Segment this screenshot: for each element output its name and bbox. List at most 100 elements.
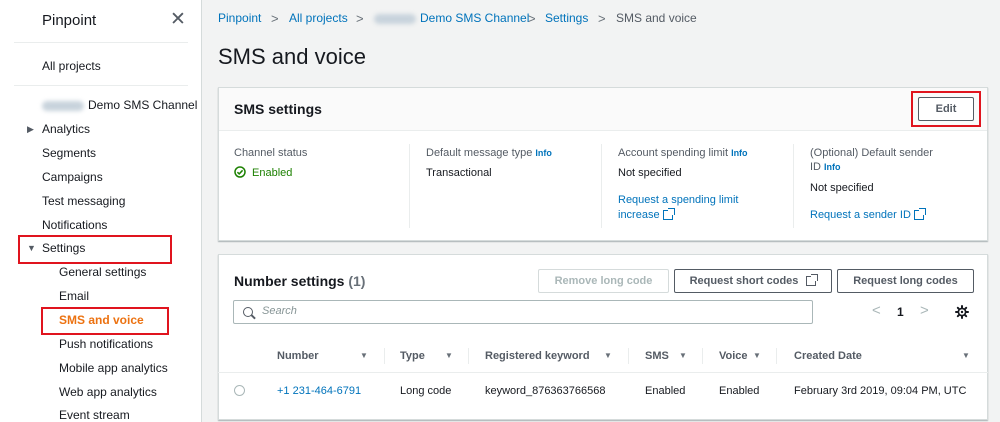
column-number[interactable]: Number: [277, 350, 319, 362]
column-divider: [776, 348, 777, 364]
highlight-edit-button: [911, 91, 981, 127]
sidebar-item-general-settings[interactable]: General settings: [59, 265, 146, 279]
redacted-text: [42, 100, 84, 111]
sidebar-divider: [14, 42, 188, 43]
external-link-icon: [662, 208, 675, 221]
cell-type: Long code: [400, 385, 452, 397]
sidebar-item-push-notifications[interactable]: Push notifications: [59, 337, 153, 351]
breadcrumb-current: SMS and voice: [616, 11, 697, 25]
sidebar: Pinpoint ✕ All projects Demo SMS Channel…: [0, 0, 202, 422]
sender-id-field: (Optional) Default sender ID Info Not spe…: [810, 146, 980, 223]
button-label: Request short codes: [689, 275, 799, 287]
default-message-type-value: Transactional: [426, 167, 492, 179]
breadcrumb-project-label: Demo SMS Channel: [420, 11, 530, 25]
page-title: SMS and voice: [218, 44, 366, 69]
channel-status-field: Channel status Enabled: [234, 146, 307, 180]
column-divider: [468, 348, 469, 364]
close-icon[interactable]: ✕: [170, 10, 186, 30]
sort-down-icon[interactable]: ▼: [445, 351, 453, 360]
sidebar-item-event-stream[interactable]: Event stream: [59, 408, 130, 422]
breadcrumb-settings[interactable]: Settings: [545, 11, 588, 25]
sidebar-item-project[interactable]: Demo SMS Channel: [42, 98, 197, 112]
column-created-date[interactable]: Created Date: [794, 350, 862, 362]
prev-page-button[interactable]: <: [872, 303, 881, 319]
spending-limit-value: Not specified: [618, 167, 682, 179]
number-settings-title: Number settings (1): [234, 273, 365, 289]
info-link[interactable]: Info: [535, 148, 552, 158]
sort-down-icon[interactable]: ▼: [753, 351, 761, 360]
external-link-icon: [806, 274, 819, 287]
sidebar-title: Pinpoint: [42, 12, 97, 29]
link-text: increase: [618, 209, 660, 221]
spending-limit-field: Account spending limit Info Not specified…: [618, 146, 788, 223]
channel-status-value: Enabled: [234, 166, 307, 180]
request-spending-limit-link[interactable]: Request a spending limit increase: [618, 193, 788, 223]
cell-number[interactable]: +1 231-464-6791: [277, 385, 361, 397]
column-registered-keyword[interactable]: Registered keyword: [485, 350, 590, 362]
sidebar-item-web-app-analytics[interactable]: Web app analytics: [59, 385, 157, 399]
next-page-button[interactable]: >: [920, 303, 929, 319]
sort-down-icon[interactable]: ▼: [360, 351, 368, 360]
check-circle-icon: [234, 166, 246, 178]
link-line-1: Request a spending limit: [618, 194, 739, 206]
column-divider: [702, 348, 703, 364]
remove-long-code-button[interactable]: Remove long code: [538, 269, 669, 293]
sidebar-item-mobile-app-analytics[interactable]: Mobile app analytics: [59, 361, 168, 375]
label-line-2: ID Info: [810, 160, 980, 174]
default-message-type-field: Default message type Info Transactional: [426, 146, 552, 180]
current-page[interactable]: 1: [897, 305, 904, 319]
sidebar-item-notifications[interactable]: Notifications: [42, 218, 107, 232]
breadcrumb-separator: >: [528, 11, 536, 26]
column-sms[interactable]: SMS: [645, 350, 669, 362]
sidebar-item-all-projects[interactable]: All projects: [42, 59, 101, 73]
search-input[interactable]: [262, 305, 792, 317]
breadcrumb-pinpoint[interactable]: Pinpoint: [218, 11, 261, 25]
redacted-text: [374, 13, 416, 24]
request-sender-id-link[interactable]: Request a sender ID: [810, 208, 980, 223]
sidebar-item-analytics[interactable]: Analytics: [42, 122, 90, 136]
highlight-sms-and-voice: [41, 307, 169, 335]
breadcrumb-separator: >: [598, 11, 606, 26]
column-divider: [601, 144, 602, 228]
gear-icon[interactable]: [955, 305, 969, 319]
sort-down-icon[interactable]: ▼: [962, 351, 970, 360]
breadcrumb-all-projects[interactable]: All projects: [289, 11, 348, 25]
highlight-settings: [18, 235, 172, 264]
breadcrumb-project[interactable]: Demo SMS Channel: [374, 11, 529, 25]
sidebar-item-segments[interactable]: Segments: [42, 146, 96, 160]
breadcrumb-separator: >: [271, 11, 279, 26]
column-divider: [409, 144, 410, 228]
column-type[interactable]: Type: [400, 350, 425, 362]
link-text: Request a sender ID: [810, 209, 911, 221]
row-select-radio[interactable]: [234, 385, 245, 396]
search-icon: [243, 307, 253, 317]
request-long-codes-button[interactable]: Request long codes: [837, 269, 974, 293]
request-short-codes-button[interactable]: Request short codes: [674, 269, 832, 293]
breadcrumb-separator: >: [356, 11, 364, 26]
sms-settings-title: SMS settings: [234, 101, 322, 117]
number-count: (1): [348, 273, 366, 289]
label-text: ID: [810, 161, 821, 173]
project-name: Demo SMS Channel: [88, 98, 198, 112]
label-text: Account spending limit: [618, 147, 729, 159]
search-box[interactable]: [233, 300, 813, 324]
info-link[interactable]: Info: [824, 162, 841, 172]
sort-down-icon[interactable]: ▼: [604, 351, 612, 360]
sender-id-label: (Optional) Default sender ID Info: [810, 146, 980, 174]
info-link[interactable]: Info: [731, 148, 748, 158]
spending-limit-label: Account spending limit Info: [618, 146, 788, 160]
sort-down-icon[interactable]: ▼: [679, 351, 687, 360]
sidebar-item-test-messaging[interactable]: Test messaging: [42, 194, 125, 208]
label-text: Default message type: [426, 147, 533, 159]
sidebar-item-campaigns[interactable]: Campaigns: [42, 170, 103, 184]
cell-sms: Enabled: [645, 385, 686, 397]
column-divider: [384, 348, 385, 364]
column-voice[interactable]: Voice: [719, 350, 748, 362]
cell-keyword: keyword_876363766568: [485, 385, 606, 397]
sidebar-item-email[interactable]: Email: [59, 289, 89, 303]
panel-header: [219, 88, 987, 131]
column-divider: [628, 348, 629, 364]
caret-right-icon[interactable]: ▶: [27, 122, 34, 136]
status-text: Enabled: [252, 167, 293, 179]
link-line-2: increase: [618, 208, 788, 223]
